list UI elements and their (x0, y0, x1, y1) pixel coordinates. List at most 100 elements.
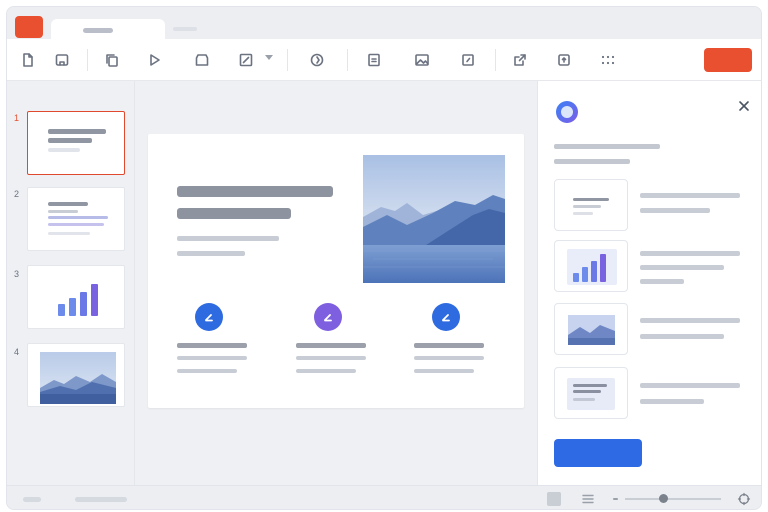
feature-text (414, 356, 484, 360)
slide-number: 4 (14, 347, 20, 357)
card-label-placeholder (640, 193, 740, 198)
share-primary-button[interactable] (704, 48, 752, 72)
toolbar-divider (495, 49, 496, 71)
copy-icon[interactable] (101, 49, 123, 71)
shape-icon[interactable] (457, 49, 479, 71)
export-icon[interactable] (553, 49, 575, 71)
card-line (573, 390, 601, 393)
slide-subtitle-placeholder[interactable] (177, 251, 245, 256)
slide-thumbnail-panel: 1 2 3 4 (7, 81, 135, 485)
app-logo-icon[interactable] (15, 16, 43, 38)
tab-title-placeholder (83, 28, 113, 33)
card-chart-bar (573, 273, 579, 282)
tab-bar (7, 7, 761, 43)
thumb-text-bar (48, 223, 104, 226)
slide-thumbnail-1[interactable] (27, 111, 125, 175)
card-label-placeholder (640, 251, 740, 256)
card-line (573, 205, 601, 208)
slide-thumbnail-4[interactable] (27, 343, 125, 407)
play-icon[interactable] (143, 49, 165, 71)
textbox-icon[interactable] (363, 49, 385, 71)
slide-landscape-image[interactable] (363, 155, 505, 283)
card-line (573, 384, 607, 387)
chevron-down-icon[interactable] (265, 55, 273, 60)
app-window: 1 2 3 4 (6, 6, 762, 510)
thumb-title-bar (48, 138, 92, 143)
pen-icon[interactable] (235, 49, 257, 71)
thumb-title-bar (48, 202, 88, 206)
theme-icon[interactable] (306, 49, 328, 71)
image-layout-icon (568, 315, 615, 345)
thumb-chart-bar (91, 284, 98, 316)
layout-icon[interactable] (191, 49, 213, 71)
status-placeholder (23, 497, 41, 502)
zoom-slider-knob[interactable] (658, 494, 668, 503)
slide-number: 1 (14, 113, 20, 123)
feature-heading (414, 343, 484, 348)
slide-number: 2 (14, 189, 20, 199)
text-block-icon (567, 378, 615, 410)
thumb-text-bar (48, 210, 78, 213)
normal-view-icon[interactable] (547, 492, 561, 506)
new-file-icon[interactable] (17, 49, 39, 71)
tab-inactive[interactable] (173, 27, 197, 31)
card-line (573, 212, 593, 215)
slide-thumbnail-3[interactable] (27, 265, 125, 329)
status-placeholder (75, 497, 127, 502)
design-assistant-panel (537, 81, 761, 485)
card-label-placeholder (640, 208, 710, 213)
card-line (573, 398, 595, 401)
zoom-slider[interactable] (625, 498, 721, 500)
text-layout-icon (573, 198, 609, 201)
assistant-ring-icon (556, 101, 578, 123)
layout-option-card-3[interactable] (554, 303, 628, 355)
image-icon[interactable] (411, 49, 433, 71)
card-chart-bar (582, 267, 588, 282)
layout-option-card-1[interactable] (554, 179, 628, 231)
outline-view-icon[interactable] (581, 492, 595, 506)
feature-text (177, 369, 237, 373)
slide-canvas[interactable] (135, 81, 537, 485)
slide-subtitle-placeholder[interactable] (177, 236, 279, 241)
layout-option-card-4[interactable] (554, 367, 628, 419)
open-icon[interactable] (51, 49, 73, 71)
thumb-title-bar (48, 129, 106, 134)
thumb-chart-bar (80, 292, 87, 316)
slide-title-placeholder[interactable] (177, 186, 333, 197)
feature-text (414, 369, 474, 373)
feature-text (296, 369, 356, 373)
toolbar-divider (347, 49, 348, 71)
current-slide[interactable] (148, 134, 524, 408)
status-bar (7, 485, 761, 509)
thumb-text-bar (48, 232, 90, 235)
panel-heading-placeholder (554, 144, 660, 149)
card-label-placeholder (640, 334, 724, 339)
card-label-placeholder (640, 318, 740, 323)
toolbar-divider (87, 49, 88, 71)
card-label-placeholder (640, 399, 704, 404)
card-label-placeholder (640, 279, 684, 284)
feature-pen-icon-2 (314, 303, 342, 331)
toolbar (7, 39, 761, 81)
thumb-text-bar (48, 148, 80, 152)
card-chart-bar (591, 261, 597, 282)
feature-pen-icon-1 (195, 303, 223, 331)
feature-text (296, 356, 366, 360)
grid-more-icon[interactable] (597, 49, 619, 71)
fit-to-window-icon[interactable] (737, 492, 751, 506)
feature-pen-icon-3 (432, 303, 460, 331)
zoom-out-icon[interactable] (613, 498, 618, 500)
close-icon[interactable] (735, 97, 753, 115)
share-icon[interactable] (509, 49, 531, 71)
thumb-chart-bar (58, 304, 65, 316)
thumb-landscape-image (40, 352, 116, 404)
thumb-chart-bar (69, 298, 76, 316)
panel-subheading-placeholder (554, 159, 630, 164)
slide-title-placeholder[interactable] (177, 208, 291, 219)
feature-heading (177, 343, 247, 348)
apply-design-button[interactable] (554, 439, 642, 467)
card-label-placeholder (640, 383, 740, 388)
layout-option-card-2[interactable] (554, 240, 628, 292)
thumb-text-bar (48, 216, 108, 219)
slide-thumbnail-2[interactable] (27, 187, 125, 251)
